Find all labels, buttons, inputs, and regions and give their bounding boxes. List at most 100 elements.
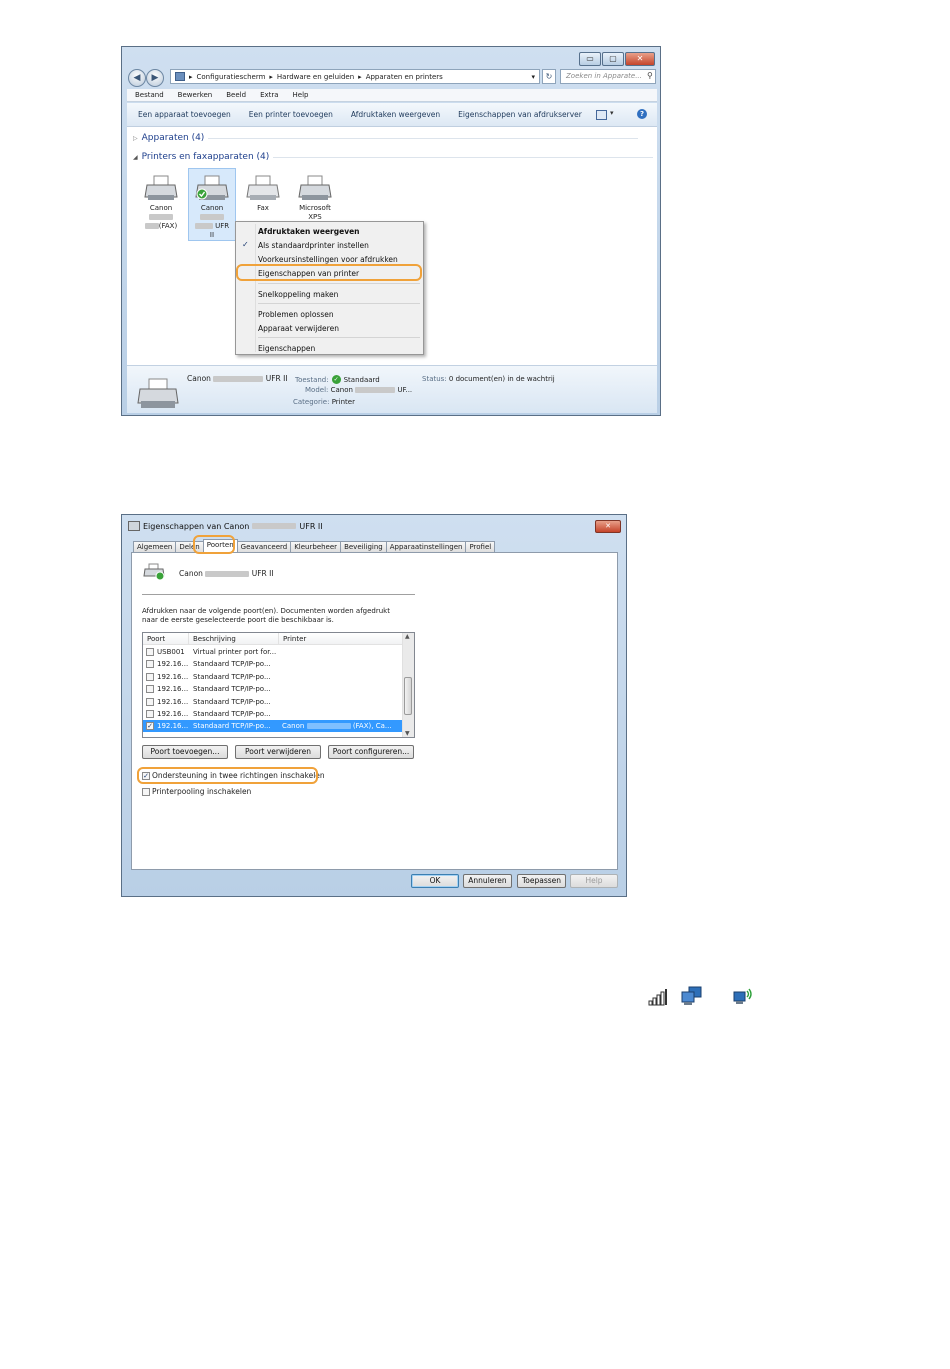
- device-microsoft-xps[interactable]: Microsoft XPS: [290, 175, 340, 222]
- view-options-icon[interactable]: [596, 110, 607, 120]
- column-port[interactable]: Poort: [143, 633, 189, 645]
- list-scrollbar[interactable]: ▲ ▼: [402, 633, 414, 737]
- device-label: UFR: [215, 222, 230, 230]
- state-field: Toestand: ✓ Standaard: [295, 375, 380, 384]
- tab-general[interactable]: Algemeen: [133, 541, 177, 552]
- tab-color-management[interactable]: Kleurbeheer: [290, 541, 342, 552]
- add-device-button[interactable]: Een apparaat toevoegen: [138, 103, 231, 126]
- address-bar[interactable]: ▸ Configuratiescherm ▸ Hardware en gelui…: [170, 69, 540, 84]
- network-computers-icon: [681, 986, 702, 1005]
- device-fax[interactable]: Fax: [238, 175, 288, 213]
- column-description[interactable]: Beschrijving: [189, 633, 279, 645]
- menu-separator: [258, 283, 420, 284]
- remove-port-button[interactable]: Poort verwijderen: [235, 745, 321, 759]
- menu-item-remove-device[interactable]: Apparaat verwijderen: [258, 324, 339, 333]
- help-icon[interactable]: ?: [637, 109, 647, 119]
- port-row[interactable]: 192.16... Standaard TCP/IP-po...: [143, 708, 402, 720]
- port-description: Standaard TCP/IP-po...: [193, 710, 271, 718]
- add-printer-button[interactable]: Een printer toevoegen: [249, 103, 333, 126]
- port-row[interactable]: 192.16... Standaard TCP/IP-po...: [143, 671, 402, 683]
- menu-view[interactable]: Beeld: [226, 89, 246, 101]
- port-checkbox[interactable]: [146, 710, 154, 718]
- close-button[interactable]: ✕: [595, 520, 621, 533]
- address-dropdown-icon[interactable]: ▾: [531, 73, 535, 81]
- port-checkbox[interactable]: [146, 672, 154, 681]
- menu-help[interactable]: Help: [293, 89, 309, 101]
- redacted-text: [149, 214, 173, 220]
- window-controls: ▭ ▢ ✕: [579, 52, 655, 66]
- port-row[interactable]: 192.16... Standaard TCP/IP-po...: [143, 683, 402, 695]
- search-input[interactable]: Zoeken in Apparate...: [560, 69, 656, 84]
- port-row[interactable]: USB001 Virtual printer port for...: [143, 646, 402, 658]
- device-label: Canon: [200, 204, 224, 212]
- column-printer[interactable]: Printer: [279, 633, 403, 645]
- ok-button[interactable]: OK: [411, 874, 459, 888]
- scroll-up-icon[interactable]: ▲: [405, 633, 410, 640]
- port-checkbox[interactable]: [146, 685, 154, 694]
- device-canon-fax[interactable]: Canon (FAX): [136, 175, 186, 231]
- scroll-thumb[interactable]: [404, 677, 412, 715]
- port-description: Standaard TCP/IP-po...: [193, 660, 271, 669]
- redacted-text: [205, 571, 250, 577]
- category-value: Printer: [331, 398, 355, 406]
- port-checkbox[interactable]: ✓: [146, 722, 154, 731]
- device-label: XPS: [308, 213, 322, 221]
- menu-item-set-default[interactable]: Als standaardprinter instellen: [258, 241, 369, 250]
- group-devices[interactable]: ▷ Apparaten (4): [133, 133, 639, 143]
- menu-item-preferences[interactable]: Voorkeursinstellingen voor afdrukken: [258, 255, 398, 264]
- category-label: Categorie:: [293, 398, 330, 406]
- minimize-button[interactable]: ▭: [579, 52, 601, 66]
- group-printers[interactable]: ◢ Printers en faxapparaten (4): [133, 152, 654, 162]
- breadcrumb-separator-icon: ▸: [269, 72, 273, 81]
- device-label: (FAX): [158, 222, 178, 230]
- port-name: 192.16...: [157, 710, 189, 718]
- group-divider: [208, 137, 639, 139]
- menu-tools[interactable]: Extra: [260, 89, 278, 101]
- tab-device-settings[interactable]: Apparaatinstellingen: [385, 541, 467, 552]
- breadcrumb-item[interactable]: Hardware en geluiden: [277, 73, 354, 81]
- tab-profile[interactable]: Profiel: [465, 541, 496, 552]
- menu-item-view-jobs[interactable]: Afdruktaken weergeven: [258, 227, 360, 236]
- port-description: Standaard TCP/IP-po...: [193, 697, 271, 706]
- ports-list[interactable]: Poort Beschrijving Printer USB001 Virtual…: [142, 632, 415, 738]
- search-icon: ⚲: [647, 71, 653, 80]
- menu-item-troubleshoot[interactable]: Problemen oplossen: [258, 310, 334, 319]
- print-server-properties-button[interactable]: Eigenschappen van afdrukserver: [458, 103, 582, 126]
- port-row[interactable]: 192.16... Standaard TCP/IP-po...: [143, 696, 402, 708]
- device-canon-ufr-ii[interactable]: Canon UFR II: [187, 175, 237, 240]
- menu-edit[interactable]: Bewerken: [178, 89, 213, 101]
- menu-item-properties[interactable]: Eigenschappen: [258, 344, 315, 353]
- port-row[interactable]: ✓ 192.16... Standaard TCP/IP-po... Canon (F…: [143, 720, 402, 733]
- command-bar: Een apparaat toevoegen Een printer toevo…: [127, 103, 657, 127]
- add-port-button[interactable]: Poort toevoegen...: [142, 745, 228, 759]
- refresh-icon[interactable]: ↻: [542, 69, 556, 84]
- port-row[interactable]: 192.16... Standaard TCP/IP-po...: [143, 658, 402, 670]
- maximize-button[interactable]: ▢: [602, 52, 624, 66]
- close-button[interactable]: ✕: [625, 52, 655, 66]
- view-dropdown-icon[interactable]: ▾: [610, 109, 614, 117]
- printer-default-icon: [143, 563, 165, 581]
- breadcrumb-item[interactable]: Apparaten en printers: [366, 73, 443, 81]
- forward-button[interactable]: ▶: [146, 69, 164, 87]
- apply-button[interactable]: Toepassen: [517, 874, 566, 888]
- port-checkbox[interactable]: [146, 648, 154, 656]
- view-print-jobs-button[interactable]: Afdruktaken weergeven: [351, 103, 440, 126]
- signal-strength-icon: [648, 989, 667, 1006]
- scroll-down-icon[interactable]: ▼: [405, 730, 410, 737]
- control-panel-icon: [175, 72, 185, 81]
- menu-item-create-shortcut[interactable]: Snelkoppeling maken: [258, 290, 338, 299]
- status-field: Status: 0 document(en) in de wachtrij: [422, 375, 555, 383]
- tab-security[interactable]: Beveiliging: [340, 541, 387, 552]
- port-checkbox[interactable]: [146, 697, 154, 706]
- printer-pooling-option[interactable]: Printerpooling inschakelen: [142, 787, 251, 796]
- breadcrumb-item[interactable]: Configuratiescherm: [197, 73, 266, 81]
- configure-port-button[interactable]: Poort configureren...: [328, 745, 414, 759]
- device-label: Canon: [149, 204, 173, 212]
- menu-file[interactable]: Bestand: [135, 89, 164, 101]
- cancel-button[interactable]: Annuleren: [463, 874, 512, 888]
- status-value: 0 document(en) in de wachtrij: [448, 375, 555, 383]
- back-button[interactable]: ◀: [128, 69, 146, 87]
- pooling-checkbox[interactable]: [142, 787, 150, 796]
- tab-advanced[interactable]: Geavanceerd: [236, 541, 292, 552]
- port-checkbox[interactable]: [146, 660, 154, 669]
